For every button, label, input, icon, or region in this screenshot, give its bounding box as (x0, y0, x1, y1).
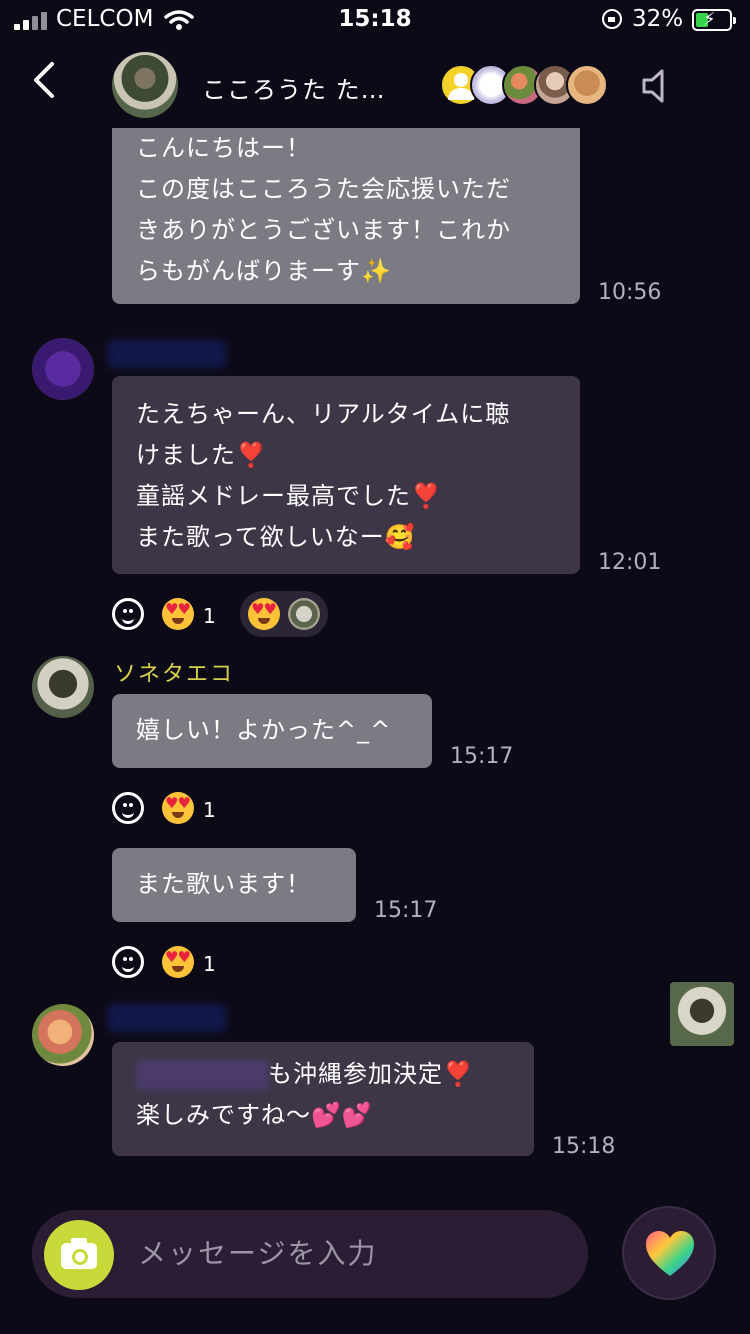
heart-eyes-emoji[interactable] (162, 792, 194, 824)
message-text: また歌います！ (136, 870, 311, 898)
message-time: 12:01 (598, 550, 662, 575)
sender-avatar[interactable] (32, 1004, 94, 1066)
message-bubble[interactable]: たえちゃーん、リアルタイムに聴 けました❣️ 童謡メドレー最高でした❣️ また歌… (112, 376, 580, 574)
sender-name-redacted (108, 1004, 226, 1032)
message-bubble[interactable]: こんにちはー！ この度はこころうた会応援いただ きありがとうございます！これか … (112, 128, 580, 304)
camera-button[interactable] (44, 1220, 114, 1290)
message-text: 嬉しい！よかった^_^ (136, 716, 392, 744)
add-reaction-icon[interactable] (112, 946, 144, 978)
group-avatar[interactable] (112, 52, 178, 118)
message-bubble[interactable]: 嬉しい！よかった^_^ (112, 694, 432, 768)
message-line: らもがんばりまーす✨ (136, 257, 392, 285)
sender-avatar[interactable] (32, 338, 94, 400)
message-time: 10:56 (598, 280, 662, 305)
heart-eyes-emoji (248, 598, 280, 630)
message-bubble[interactable]: も沖縄参加決定❣️ 楽しみですね〜💕💕 (112, 1042, 534, 1156)
heart-button[interactable] (622, 1206, 716, 1300)
speaker-mute-icon[interactable] (640, 68, 670, 104)
reaction-pill[interactable] (240, 591, 328, 637)
message-line: も沖縄参加決定❣️ (136, 1054, 510, 1095)
message-line: けました❣️ (136, 441, 267, 469)
chevron-left-icon[interactable] (26, 60, 66, 100)
heart-eyes-emoji[interactable] (162, 598, 194, 630)
heart-eyes-emoji[interactable] (162, 946, 194, 978)
rainbow-heart-icon (646, 1231, 694, 1276)
orientation-lock-icon (602, 9, 622, 29)
message-time: 15:17 (374, 898, 438, 923)
sender-name-redacted (108, 340, 226, 368)
reaction-count: 1 (203, 798, 216, 822)
redacted-name (136, 1060, 268, 1090)
battery-icon: ⚡ (692, 9, 736, 31)
member-avatars[interactable] (440, 64, 610, 108)
sender-avatar[interactable] (32, 656, 94, 718)
chat-title[interactable]: こころうた た… (202, 70, 424, 105)
read-receipt-avatar (670, 982, 734, 1046)
sender-name: ソネタエコ (114, 662, 235, 687)
add-reaction-icon[interactable] (112, 598, 144, 630)
reaction-count: 1 (203, 604, 216, 628)
message-time: 15:17 (450, 744, 514, 769)
message-line-text: も沖縄参加決定❣️ (268, 1060, 474, 1088)
message-line: この度はこころうた会応援いただ (136, 175, 511, 203)
add-reaction-icon[interactable] (112, 792, 144, 824)
message-line: こんにちはー！ (136, 134, 311, 162)
reaction-count: 1 (203, 952, 216, 976)
message-line: 楽しみですね〜💕💕 (136, 1101, 373, 1129)
message-input[interactable]: メッセージを入力 (138, 1232, 377, 1272)
message-line: たえちゃーん、リアルタイムに聴 (136, 400, 511, 428)
chat-header: こころうた た… (0, 44, 750, 128)
message-bubble[interactable]: また歌います！ (112, 848, 356, 922)
message-line: 童謡メドレー最高でした❣️ (136, 482, 442, 510)
message-line: また歌って欲しいなー🥰 (136, 523, 416, 551)
dog-avatar (566, 64, 608, 106)
status-bar: CELCOM 15:18 32% ⚡ (0, 0, 750, 42)
message-input-bar[interactable]: メッセージを入力 (32, 1210, 588, 1298)
message-line: きありがとうございます！これか (136, 216, 511, 244)
reactor-avatar (288, 598, 320, 630)
message-time: 15:18 (552, 1134, 616, 1159)
battery-percentage: 32% (632, 6, 684, 32)
